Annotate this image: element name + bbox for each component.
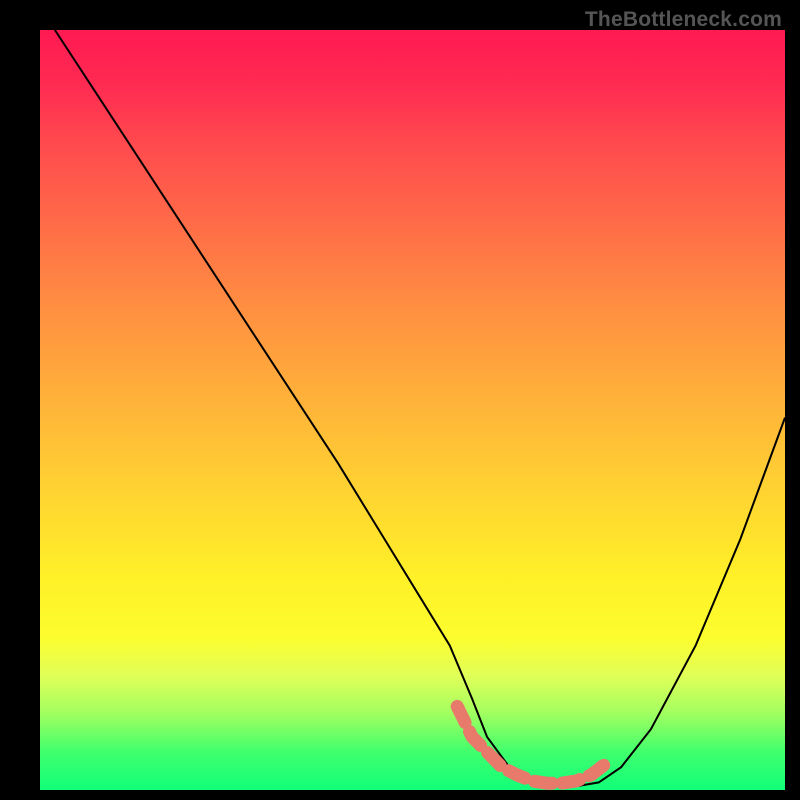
bottleneck-curve: [55, 30, 785, 786]
curve-layer: [40, 30, 785, 790]
watermark-text: TheBottleneck.com: [585, 8, 782, 32]
plot-area: [40, 30, 785, 790]
chart-frame: TheBottleneck.com: [0, 0, 800, 800]
